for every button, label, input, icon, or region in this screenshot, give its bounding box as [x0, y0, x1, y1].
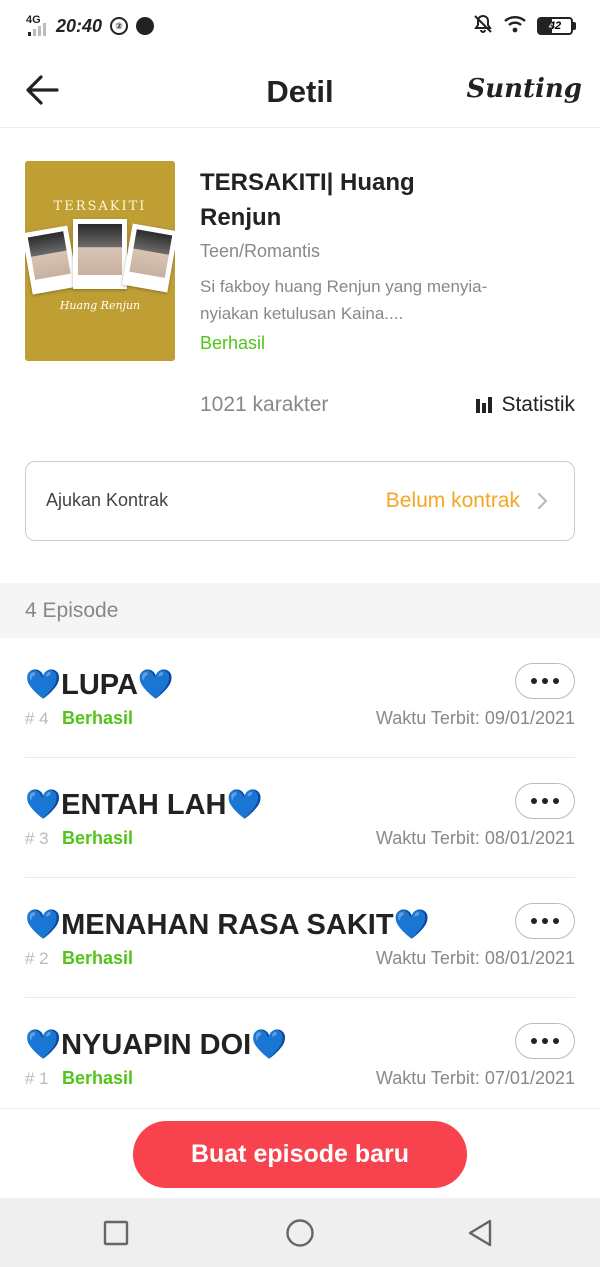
notification-badge-icon: ②	[110, 17, 129, 35]
mute-bell-icon	[473, 14, 493, 39]
new-episode-button[interactable]: Buat episode baru	[133, 1121, 467, 1188]
episode-number: # 1	[25, 1069, 49, 1088]
square-icon	[103, 1220, 129, 1246]
blue-heart-icon: 💙	[137, 669, 175, 701]
more-options-button[interactable]	[515, 663, 575, 699]
circle-icon	[286, 1219, 314, 1247]
wifi-icon	[503, 14, 527, 39]
app-header: Detil Sunting	[0, 52, 600, 128]
book-genre: Teen/Romantis	[200, 241, 321, 261]
contract-row[interactable]: Ajukan Kontrak Belum kontrak	[25, 461, 575, 541]
episode-list: 💙 LUPA 💙 # 4 Berhasil Waktu Terbit: 09/01/…	[25, 638, 575, 1118]
episode-publish-date: Waktu Terbit: 08/01/2021	[375, 948, 575, 968]
triangle-back-icon	[468, 1219, 492, 1247]
signal-icon: 4G	[24, 14, 48, 38]
episode-item[interactable]: 💙 LUPA 💙 # 4 Berhasil Waktu Terbit: 09/01/…	[25, 638, 575, 758]
episode-number: # 4	[25, 709, 49, 728]
recent-apps-button[interactable]	[98, 1215, 134, 1251]
episode-publish-date: Waktu Terbit: 07/01/2021	[375, 1068, 575, 1088]
book-cover[interactable]: TERSAKITI Huang Renjun	[25, 161, 175, 361]
chevron-right-icon	[537, 492, 548, 510]
episode-title: 💙 NYUAPIN DOI 💙	[25, 1028, 288, 1062]
episode-status: Berhasil	[62, 828, 134, 848]
episode-number: # 2	[25, 949, 49, 968]
book-description: Si fakboy huang Renjun yang menyia-nyiak…	[200, 277, 488, 323]
book-status: Berhasil	[200, 333, 266, 353]
system-nav-bar	[0, 1198, 600, 1267]
blue-heart-icon: 💙	[25, 669, 62, 701]
character-count: 1021 karakter	[200, 393, 329, 416]
episode-title: 💙 MENAHAN RASA SAKIT 💙	[25, 908, 430, 942]
app-notification-icon	[136, 17, 155, 35]
bottom-action-bar: Buat episode baru	[0, 1108, 600, 1198]
contract-status: Belum kontrak	[385, 489, 520, 512]
blue-heart-icon: 💙	[25, 909, 62, 941]
episode-item[interactable]: 💙 ENTAH LAH 💙 # 3 Berhasil Waktu Terbit: …	[25, 758, 575, 878]
statistics-label: Statistik	[501, 393, 575, 416]
episode-status: Berhasil	[62, 1068, 134, 1088]
battery-icon: 42	[537, 17, 576, 35]
more-options-button[interactable]	[515, 1023, 575, 1059]
episode-number: # 3	[25, 829, 49, 848]
statistics-button[interactable]: Statistik	[475, 393, 575, 417]
episode-item[interactable]: 💙 NYUAPIN DOI 💙 # 1 Berhasil Waktu Terbit:…	[25, 998, 575, 1118]
status-bar: 4G 20:40 ② 42	[0, 0, 600, 52]
blue-heart-icon: 💙	[393, 909, 430, 941]
home-button[interactable]	[282, 1215, 318, 1251]
episode-publish-date: Waktu Terbit: 09/01/2021	[375, 708, 575, 728]
blue-heart-icon: 💙	[226, 789, 263, 821]
blue-heart-icon: 💙	[251, 1029, 288, 1061]
episode-count: 4 Episode	[25, 599, 119, 622]
episode-title: 💙 LUPA 💙	[25, 668, 175, 702]
episode-status: Berhasil	[62, 948, 134, 968]
episode-count-header: 4 Episode	[0, 583, 600, 638]
episode-status: Berhasil	[62, 708, 134, 728]
more-options-button[interactable]	[515, 783, 575, 819]
book-title: TERSAKITI| Huang Renjun	[200, 169, 415, 231]
back-nav-button[interactable]	[462, 1215, 498, 1251]
edit-button[interactable]: Sunting	[466, 74, 582, 104]
episode-publish-date: Waktu Terbit: 08/01/2021	[375, 828, 575, 848]
more-options-button[interactable]	[515, 903, 575, 939]
episode-title: 💙 ENTAH LAH 💙	[25, 788, 263, 822]
contract-label: Ajukan Kontrak	[46, 490, 169, 510]
bar-chart-icon	[476, 397, 493, 413]
status-time: 20:40	[56, 15, 103, 36]
blue-heart-icon: 💙	[25, 789, 62, 821]
blue-heart-icon: 💙	[25, 1029, 62, 1061]
episode-item[interactable]: 💙 MENAHAN RASA SAKIT 💙 # 2 Berhasil Waktu …	[25, 878, 575, 998]
